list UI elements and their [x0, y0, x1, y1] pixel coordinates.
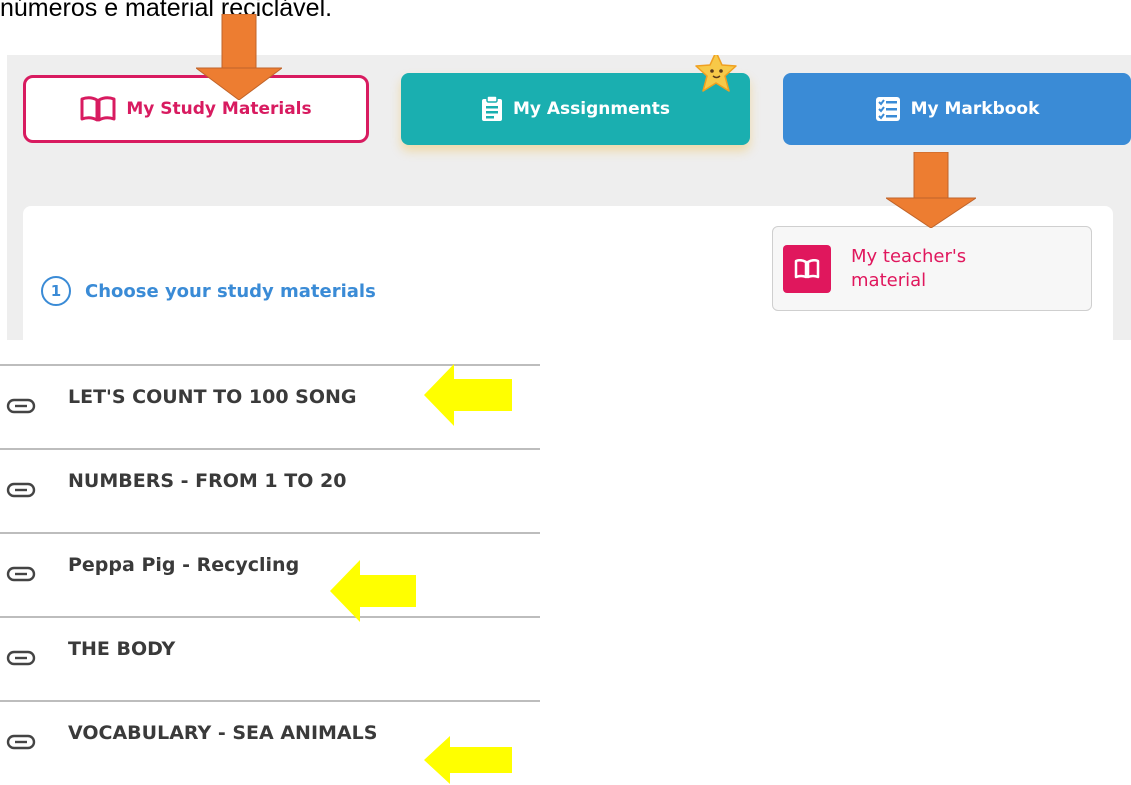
- intro-text: números e material reciclável.: [0, 0, 333, 22]
- book-icon: [783, 244, 831, 293]
- list-item[interactable]: THE BODY: [0, 616, 540, 700]
- materials-list: LET'S COUNT TO 100 SONG NUMBERS - FROM 1…: [0, 364, 540, 784]
- my-study-materials-label: My Study Materials: [126, 99, 312, 119]
- step-label: Choose your study materials: [85, 280, 376, 302]
- yellow-left-arrow-icon: [330, 560, 416, 622]
- orange-down-arrow-icon: [886, 152, 976, 228]
- step-number: 1: [41, 276, 71, 306]
- my-teachers-material-label: My teacher's material: [851, 245, 967, 291]
- my-markbook-button[interactable]: My Markbook: [783, 73, 1131, 145]
- link-icon: [6, 398, 36, 414]
- yellow-left-arrow-icon: [424, 364, 512, 426]
- star-mascot-icon: [695, 55, 737, 92]
- list-item-label: THE BODY: [68, 638, 176, 660]
- link-icon: [6, 650, 36, 666]
- list-item[interactable]: NUMBERS - FROM 1 TO 20: [0, 448, 540, 532]
- open-book-icon: [80, 96, 116, 122]
- list-item-label: VOCABULARY - SEA ANIMALS: [68, 722, 378, 744]
- list-item-label: Peppa Pig - Recycling: [68, 554, 300, 576]
- list-item[interactable]: Peppa Pig - Recycling: [0, 532, 540, 616]
- list-item-label: LET'S COUNT TO 100 SONG: [68, 386, 357, 408]
- list-item-label: NUMBERS - FROM 1 TO 20: [68, 470, 347, 492]
- my-teachers-material-button[interactable]: My teacher's material: [772, 226, 1092, 311]
- checklist-icon: [875, 97, 900, 121]
- orange-down-arrow-icon: [196, 14, 282, 100]
- link-icon: [6, 566, 36, 582]
- yellow-left-arrow-icon: [424, 736, 512, 784]
- my-assignments-label: My Assignments: [512, 99, 670, 119]
- link-icon: [6, 482, 36, 498]
- step-heading: 1 Choose your study materials: [41, 276, 376, 306]
- link-icon: [6, 734, 36, 750]
- clipboard-icon: [481, 96, 502, 121]
- my-markbook-label: My Markbook: [910, 99, 1040, 119]
